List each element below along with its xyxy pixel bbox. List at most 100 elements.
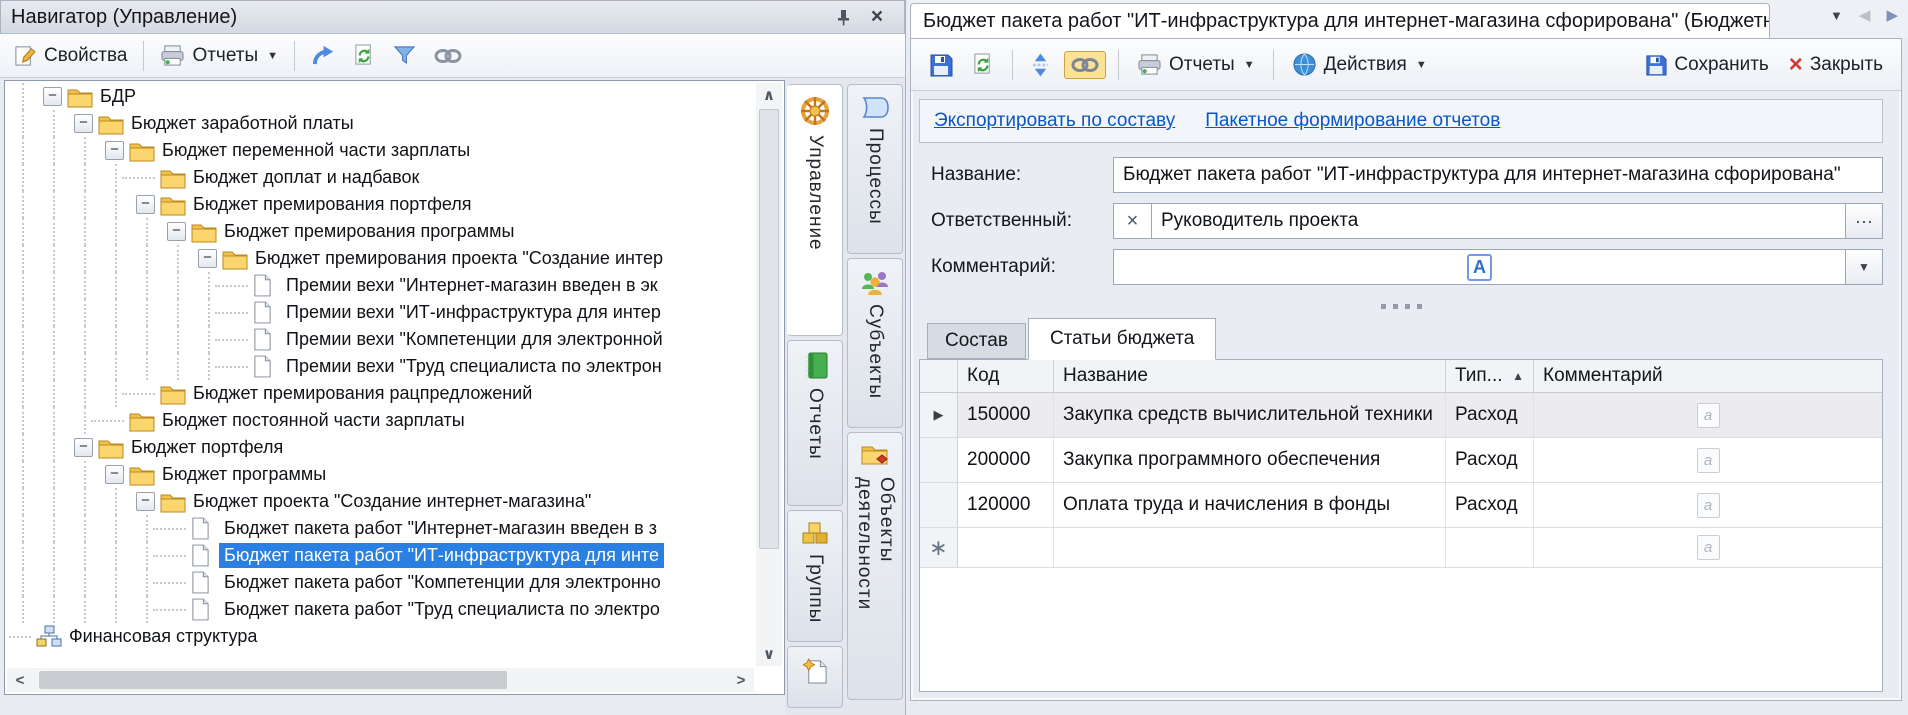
- link-button[interactable]: [428, 43, 468, 69]
- editor-reports-button[interactable]: Отчеты ▼: [1131, 49, 1261, 80]
- text-editor-icon[interactable]: A: [1467, 254, 1492, 281]
- cell-comment[interactable]: a: [1534, 438, 1882, 482]
- close-icon[interactable]: ×: [860, 4, 894, 30]
- splitter-handle[interactable]: [919, 295, 1883, 317]
- close-button[interactable]: × Закрыть: [1783, 50, 1889, 80]
- tree-collapse-toggle[interactable]: −: [198, 249, 217, 268]
- tree-item[interactable]: Бюджет пакета работ "Интернет-магазин вв…: [7, 515, 754, 542]
- comment-badge-icon[interactable]: a: [1697, 535, 1720, 560]
- tree-collapse-toggle[interactable]: −: [105, 141, 124, 160]
- properties-button[interactable]: Свойства: [8, 40, 133, 71]
- go-to-button[interactable]: [305, 40, 342, 71]
- pin-icon[interactable]: [826, 4, 860, 30]
- cell-code[interactable]: 120000: [958, 483, 1054, 527]
- actions-button[interactable]: Действия ▼: [1286, 48, 1433, 81]
- tree-item[interactable]: −Бюджет заработной платы: [7, 110, 754, 137]
- scroll-left-icon[interactable]: <: [7, 668, 33, 692]
- current-row-indicator[interactable]: ▶: [920, 393, 958, 437]
- tab-processy[interactable]: Процессы: [847, 84, 903, 254]
- tab-list-dropdown-icon[interactable]: ▼: [1830, 8, 1843, 23]
- tree-item[interactable]: Премии вехи "ИТ-инфраструктура для интер: [7, 299, 754, 326]
- tree-item[interactable]: −Бюджет переменной части зарплаты: [7, 137, 754, 164]
- table-new-row[interactable]: ∗a: [920, 528, 1882, 568]
- tree-collapse-toggle[interactable]: −: [136, 492, 155, 511]
- tree-item[interactable]: Бюджет пакета работ "Компетенции для эле…: [7, 569, 754, 596]
- column-header-type[interactable]: Тип... ▲: [1446, 360, 1534, 392]
- row-selector-cell[interactable]: [920, 438, 958, 482]
- cell-name[interactable]: Закупка средств вычислительной техники: [1054, 393, 1446, 437]
- tree-item[interactable]: −Бюджет премирования программы: [7, 218, 754, 245]
- tree-item[interactable]: Бюджет премирования рацпредложений: [7, 380, 754, 407]
- tab-sostav[interactable]: Состав: [927, 323, 1026, 359]
- cell-type[interactable]: Расход: [1446, 438, 1534, 482]
- tree-item[interactable]: Премии вехи "Труд специалиста по электро…: [7, 353, 754, 380]
- tab-gruppy[interactable]: Группы: [787, 510, 843, 642]
- scroll-down-icon[interactable]: ∨: [756, 642, 782, 666]
- scroll-up-icon[interactable]: ∧: [756, 83, 782, 107]
- comment-badge-icon[interactable]: a: [1697, 493, 1720, 518]
- scroll-right-icon[interactable]: >: [728, 668, 754, 692]
- expand-collapse-button[interactable]: [1025, 48, 1056, 82]
- link-mode-button[interactable]: [1064, 51, 1106, 79]
- owner-clear-icon[interactable]: ×: [1113, 203, 1151, 239]
- tree-collapse-toggle[interactable]: −: [43, 87, 62, 106]
- tree-item[interactable]: −Бюджет портфеля: [7, 434, 754, 461]
- column-header-name[interactable]: Название: [1054, 360, 1446, 392]
- tree-item[interactable]: −Бюджет премирования проекта "Создание и…: [7, 245, 754, 272]
- tab-stati-byudzheta[interactable]: Статьи бюджета: [1028, 318, 1216, 360]
- name-input[interactable]: Бюджет пакета работ "ИТ-инфраструктура д…: [1113, 157, 1883, 193]
- comment-badge-icon[interactable]: a: [1697, 403, 1720, 428]
- tree-item[interactable]: −Бюджет премирования портфеля: [7, 191, 754, 218]
- cell-code[interactable]: 150000: [958, 393, 1054, 437]
- cell-code[interactable]: 200000: [958, 438, 1054, 482]
- tab-upravlenie[interactable]: Управление: [787, 84, 843, 336]
- column-header-code[interactable]: Код: [958, 360, 1054, 392]
- tree-item[interactable]: Финансовая структура: [7, 623, 754, 650]
- column-header-comment[interactable]: Комментарий: [1534, 360, 1882, 392]
- tab-new-document[interactable]: [787, 646, 843, 708]
- refresh-document-button[interactable]: [967, 49, 1000, 80]
- tree-collapse-toggle[interactable]: −: [167, 222, 186, 241]
- filter-button[interactable]: [387, 40, 422, 71]
- cell-comment[interactable]: a: [1534, 483, 1882, 527]
- tree-item[interactable]: Премии вехи "Компетенции для электронной: [7, 326, 754, 353]
- cell-name[interactable]: Оплата труда и начисления в фонды: [1054, 483, 1446, 527]
- tree-collapse-toggle[interactable]: −: [74, 438, 93, 457]
- owner-browse-button[interactable]: ···: [1845, 203, 1883, 239]
- tab-scroll-right-icon[interactable]: ▶: [1886, 6, 1898, 24]
- table-row[interactable]: 200000Закупка программного обеспеченияРа…: [920, 438, 1882, 483]
- cell-comment[interactable]: a: [1534, 393, 1882, 437]
- cell-name[interactable]: Закупка программного обеспечения: [1054, 438, 1446, 482]
- tree-collapse-toggle[interactable]: −: [74, 114, 93, 133]
- tree-item[interactable]: Бюджет пакета работ "Труд специалиста по…: [7, 596, 754, 623]
- batch-report-generation-link[interactable]: Пакетное формирование отчетов: [1205, 110, 1500, 132]
- tree-item[interactable]: −БДР: [7, 83, 754, 110]
- tree-collapse-toggle[interactable]: −: [105, 465, 124, 484]
- row-selector-cell[interactable]: [920, 483, 958, 527]
- document-tab[interactable]: Бюджет пакета работ "ИТ-инфраструктура д…: [910, 3, 1770, 38]
- tree-item[interactable]: Премии вехи "Интернет-магазин введен в э…: [7, 272, 754, 299]
- tree-collapse-toggle[interactable]: −: [136, 195, 155, 214]
- tab-obekty-deyatelnosti[interactable]: Объекты деятельности: [847, 432, 903, 700]
- tab-subekty[interactable]: Субъекты: [847, 258, 903, 428]
- cell-type[interactable]: Расход: [1446, 483, 1534, 527]
- save-icon-button[interactable]: [923, 49, 959, 81]
- tree-vertical-scrollbar[interactable]: ∧ ∨: [756, 83, 782, 666]
- tree-item[interactable]: Бюджет постоянной части зарплаты: [7, 407, 754, 434]
- reports-button[interactable]: Отчеты ▼: [154, 40, 284, 71]
- tree-horizontal-scrollbar[interactable]: < >: [7, 668, 754, 692]
- tree-item[interactable]: Бюджет доплат и надбавок: [7, 164, 754, 191]
- tree-item[interactable]: Бюджет пакета работ "ИТ-инфраструктура д…: [7, 542, 754, 569]
- comment-input[interactable]: A: [1113, 249, 1846, 285]
- table-row[interactable]: 120000Оплата труда и начисления в фондыР…: [920, 483, 1882, 528]
- tree-item[interactable]: −Бюджет программы: [7, 461, 754, 488]
- refresh-button[interactable]: [348, 40, 381, 71]
- vertical-scroll-thumb[interactable]: [759, 109, 779, 549]
- table-row[interactable]: ▶150000Закупка средств вычислительной те…: [920, 393, 1882, 438]
- cell-type[interactable]: Расход: [1446, 393, 1534, 437]
- comment-dropdown-button[interactable]: ▼: [1845, 249, 1883, 285]
- owner-input[interactable]: Руководитель проекта: [1151, 203, 1846, 239]
- comment-badge-icon[interactable]: a: [1697, 448, 1720, 473]
- horizontal-scroll-thumb[interactable]: [39, 671, 507, 689]
- cell-type-empty[interactable]: [1446, 528, 1534, 567]
